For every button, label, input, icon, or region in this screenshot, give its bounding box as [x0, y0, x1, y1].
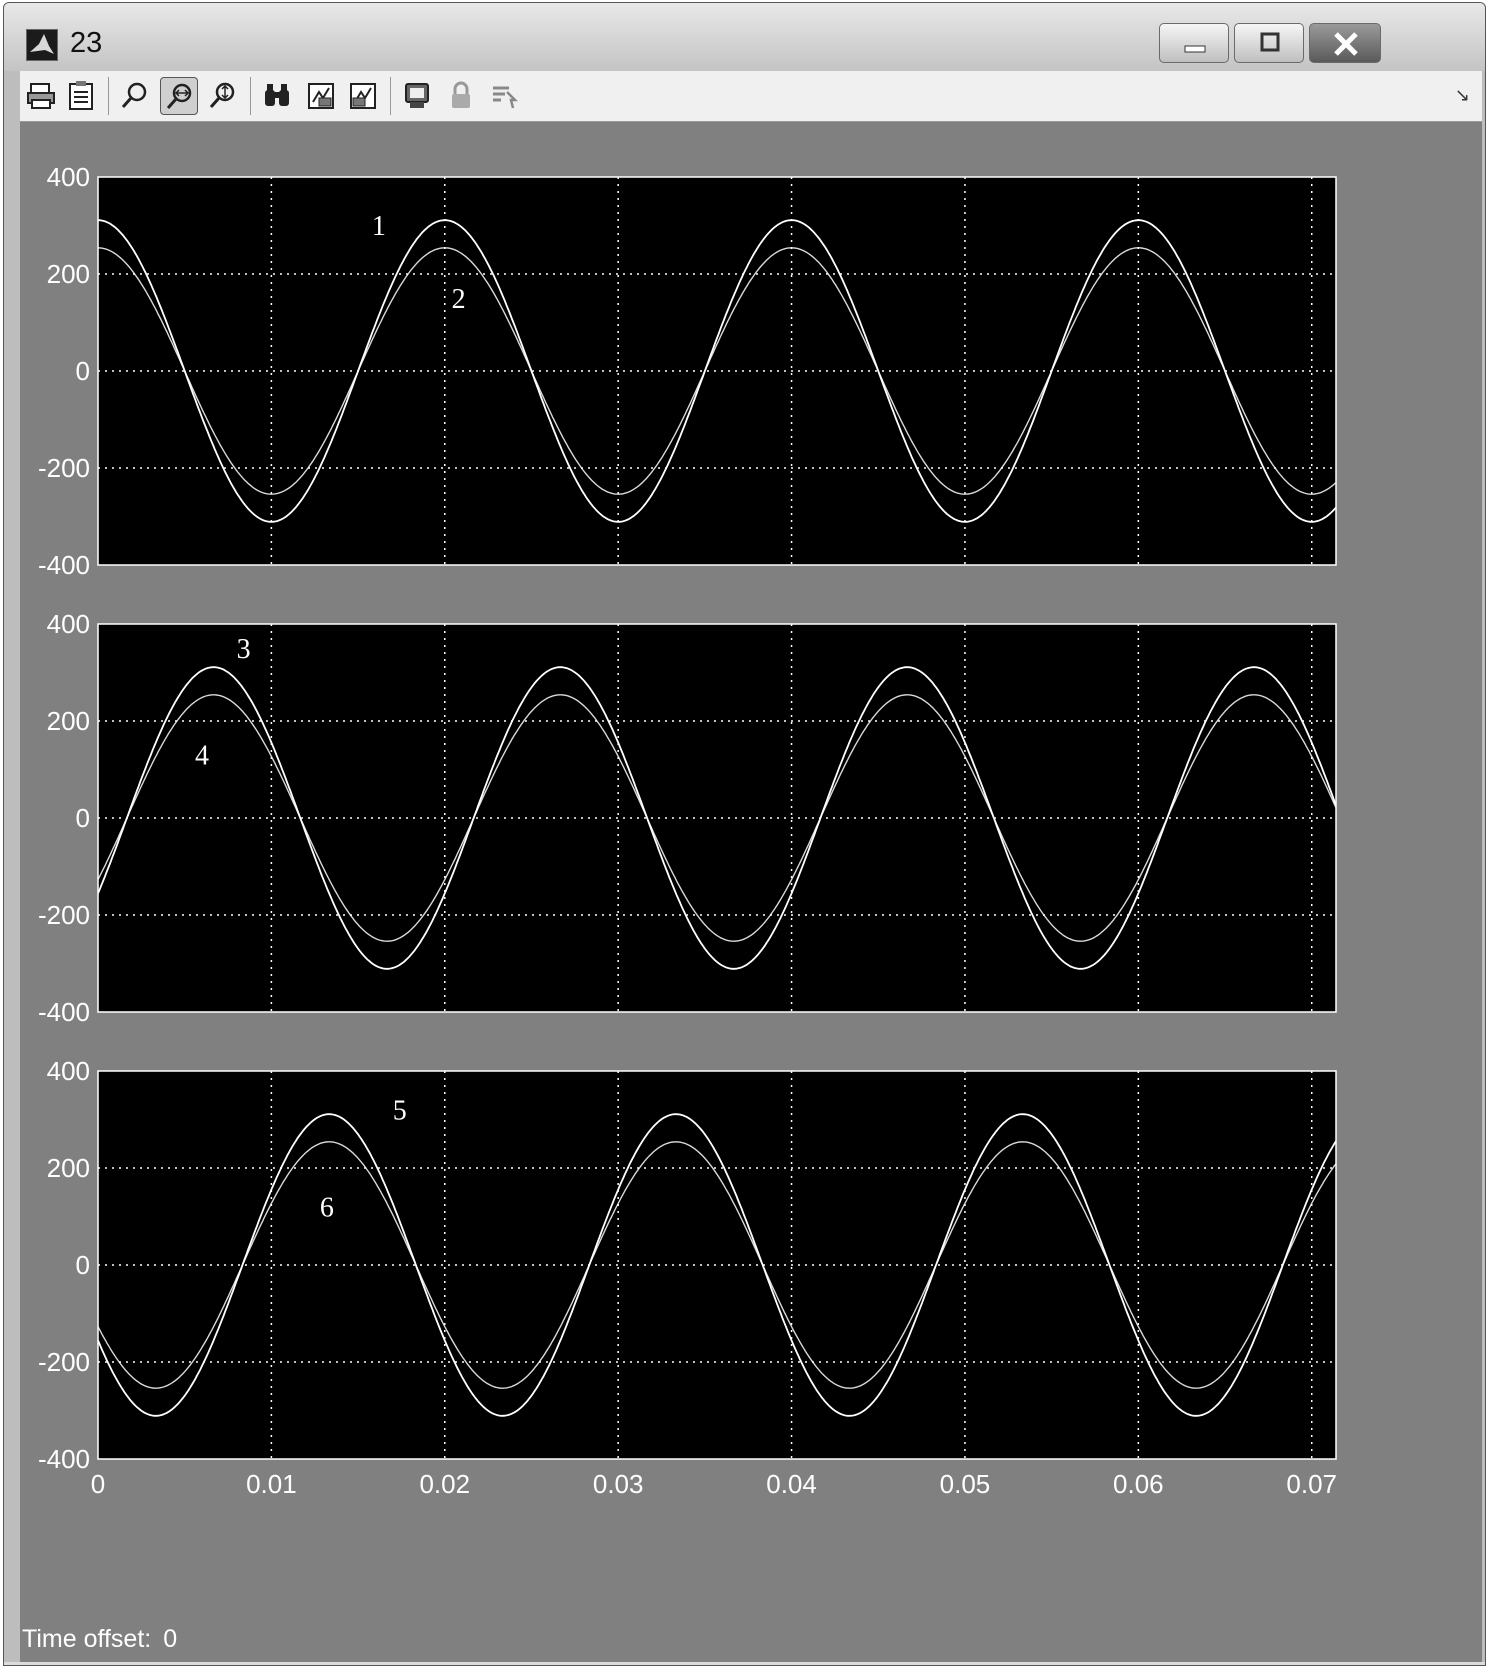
y-tick-label: -200 — [38, 453, 90, 483]
window-title: 23 — [70, 27, 103, 59]
curve-label-5: 5 — [393, 1096, 407, 1127]
curve-label-3: 3 — [237, 634, 251, 665]
zoom-icon[interactable] — [116, 77, 154, 115]
y-tick-label: -200 — [38, 1347, 90, 1377]
x-tick-label: 0.05 — [940, 1469, 991, 1499]
x-tick-label: 0.03 — [593, 1469, 644, 1499]
toolbar: ↘ — [20, 71, 1482, 122]
x-tick-label: 0.02 — [419, 1469, 470, 1499]
y-tick-label: 400 — [47, 609, 90, 639]
y-tick-label: 400 — [47, 162, 90, 192]
y-tick-label: 400 — [47, 1056, 90, 1086]
time-offset-label: Time offset: — [22, 1625, 152, 1653]
time-offset-value: 0 — [163, 1625, 178, 1653]
x-tick-label: 0.06 — [1113, 1469, 1164, 1499]
y-tick-label: 200 — [47, 259, 90, 289]
axes-2: -400 -200 0 200 400 3 4 — [38, 609, 1337, 1027]
signal-selection-icon[interactable] — [486, 77, 524, 115]
curve-label-4: 4 — [195, 741, 209, 772]
x-tick-label: 0 — [91, 1469, 105, 1499]
y-tick-label: -400 — [38, 550, 90, 580]
y-tick-label: 0 — [76, 1250, 90, 1280]
y-tick-label: 200 — [47, 706, 90, 736]
time-offset-status: Time offset: 0 — [22, 1625, 189, 1654]
curve-label-2: 2 — [452, 284, 466, 315]
maximize-button[interactable] — [1234, 23, 1304, 63]
floating-scope-icon[interactable] — [398, 77, 436, 115]
restore-axes-icon[interactable] — [344, 77, 382, 115]
y-tick-label: -400 — [38, 997, 90, 1027]
scope-window: 23 ↘ -400 -200 0 200 400 1 2 -400 -200 0… — [3, 2, 1486, 1666]
status-bar-edge — [4, 1662, 1485, 1665]
axes-3: -400 -200 0 200 400 0 0.01 0.02 0.03 0.04 0.05 0.06… — [38, 1056, 1337, 1499]
y-tick-label: 200 — [47, 1153, 90, 1183]
plot-area: -400 -200 0 200 400 1 2 -400 -200 0 200 400 3 4 -400 -2… — [20, 122, 1482, 1662]
y-tick-label: 0 — [76, 803, 90, 833]
matlab-icon — [26, 29, 58, 61]
printer-icon[interactable] — [22, 77, 60, 115]
zoom-x-icon[interactable] — [160, 77, 198, 115]
axes-background — [98, 624, 1336, 1012]
y-tick-label: 0 — [76, 356, 90, 386]
parameters-icon[interactable] — [62, 77, 100, 115]
y-tick-label: -200 — [38, 900, 90, 930]
binoculars-icon[interactable] — [258, 77, 296, 115]
save-axes-icon[interactable] — [302, 77, 340, 115]
zoom-y-icon[interactable] — [204, 77, 242, 115]
x-tick-label: 0.01 — [246, 1469, 297, 1499]
lock-icon[interactable] — [442, 77, 480, 115]
title-bar[interactable]: 23 — [4, 3, 1485, 71]
axes-1: -400 -200 0 200 400 1 2 — [38, 162, 1337, 580]
y-tick-label: -400 — [38, 1444, 90, 1474]
x-tick-label: 0.04 — [766, 1469, 817, 1499]
scope-plots: -400 -200 0 200 400 1 2 -400 -200 0 200 400 3 4 -400 -2… — [38, 162, 1337, 1499]
axes-background — [98, 1071, 1336, 1459]
close-button[interactable] — [1309, 23, 1381, 63]
curve-label-6: 6 — [320, 1193, 334, 1224]
curve-label-1: 1 — [372, 211, 386, 242]
minimize-button[interactable] — [1159, 23, 1229, 63]
dock-arrow-icon[interactable]: ↘ — [1455, 85, 1470, 106]
x-tick-label: 0.07 — [1286, 1469, 1337, 1499]
axes-background — [98, 177, 1336, 565]
